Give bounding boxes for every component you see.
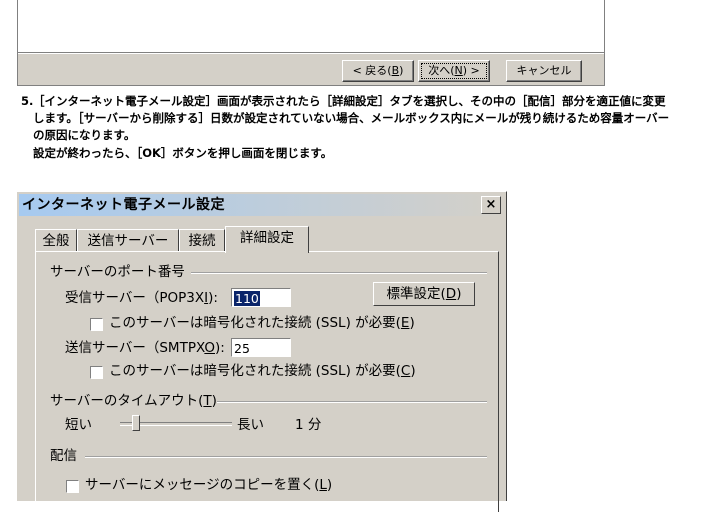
group-delivery-label: 配信: [50, 448, 77, 464]
group-divider: [217, 401, 487, 403]
group-divider: [191, 272, 487, 274]
leave-copy-checkbox[interactable]: [66, 480, 79, 493]
wizard-content-area: [18, 0, 604, 53]
next-button[interactable]: 次へ(N) >: [418, 60, 490, 82]
dialog-title-bar[interactable]: インターネット電子メール設定 ×: [19, 194, 505, 216]
timeout-slider-thumb[interactable]: [132, 415, 141, 431]
ssl-incoming-label: このサーバーは暗号化された接続 (SSL) が必要(E): [109, 315, 415, 331]
outgoing-server-label: 送信サーバー（SMTPXO):: [65, 340, 225, 356]
instruction-line-1: ［インターネット電子メール設定］画面が表示されたら［詳細設定］タブを選択し、その…: [33, 94, 666, 108]
internet-email-settings-dialog: インターネット電子メール設定 × 全般 送信サーバー 接続 詳細設定 サーバーの…: [16, 191, 507, 512]
step-number: 5.: [21, 94, 34, 108]
wizard-window: < 戻る(B) 次へ(N) > キャンセル: [17, 0, 605, 86]
group-server-ports-label: サーバーのポート番号: [50, 264, 185, 280]
close-button[interactable]: ×: [481, 196, 501, 214]
incoming-server-label: 受信サーバー（POP3XI):: [65, 290, 218, 306]
ssl-outgoing-checkbox[interactable]: [90, 366, 103, 379]
close-icon: ×: [485, 197, 497, 212]
instruction-line-4: 設定が終わったら、［OK］ボタンを押し画面を閉じます。: [33, 146, 333, 160]
timeout-long-label: 長い: [237, 417, 264, 433]
outgoing-port-input[interactable]: 25: [231, 338, 291, 357]
group-timeout-label: サーバーのタイムアウト(T): [50, 393, 217, 409]
timeout-short-label: 短い: [65, 417, 92, 433]
cancel-button[interactable]: キャンセル: [506, 60, 582, 82]
incoming-port-input[interactable]: 110: [231, 288, 291, 307]
ssl-outgoing-label: このサーバーは暗号化された接続 (SSL) が必要(C): [109, 363, 416, 379]
tab-connection[interactable]: 接続: [179, 229, 225, 252]
dialog-title: インターネット電子メール設定: [22, 197, 225, 213]
leave-copy-label: サーバーにメッセージのコピーを置く(L): [85, 477, 333, 493]
group-divider: [85, 456, 487, 458]
default-settings-button[interactable]: 標準設定(D): [373, 282, 475, 306]
ssl-incoming-checkbox[interactable]: [90, 318, 103, 331]
timeout-value: 1 分: [295, 417, 322, 433]
instruction-line-3: の原因になります。: [33, 128, 136, 142]
tab-outgoing-server[interactable]: 送信サーバー: [77, 229, 179, 252]
tab-general[interactable]: 全般: [35, 229, 77, 252]
wizard-divider: [18, 53, 604, 54]
back-button[interactable]: < 戻る(B): [342, 60, 414, 82]
instruction-line-2: します。［サーバーから削除する］日数が設定されていない場合、メールボックス内にメ…: [33, 111, 670, 125]
tab-advanced[interactable]: 詳細設定: [225, 226, 309, 253]
